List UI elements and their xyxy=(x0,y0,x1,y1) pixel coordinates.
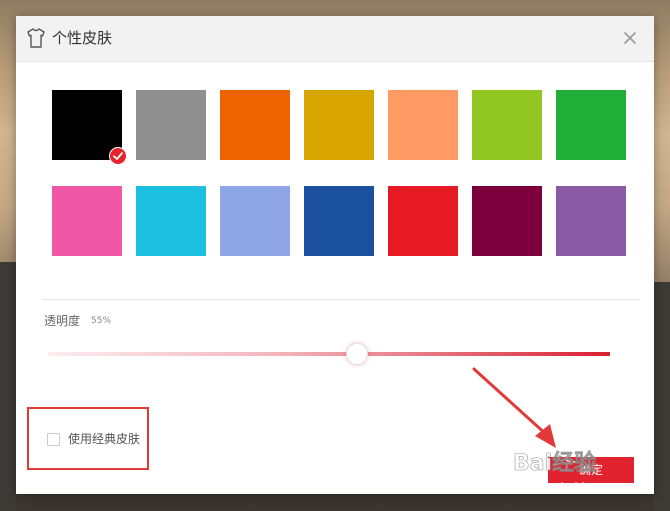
skin-color-swatch[interactable] xyxy=(220,90,290,160)
opacity-slider-track[interactable] xyxy=(48,352,610,356)
selected-check-icon xyxy=(109,147,127,165)
background-building-left xyxy=(0,262,16,511)
skin-color-swatch[interactable] xyxy=(304,90,374,160)
opacity-slider-thumb[interactable] xyxy=(346,343,369,365)
skin-color-swatch[interactable] xyxy=(220,186,290,256)
skin-color-swatch[interactable] xyxy=(388,186,458,256)
skin-color-swatch[interactable] xyxy=(556,90,626,160)
skin-color-swatch[interactable] xyxy=(472,90,542,160)
section-divider xyxy=(42,299,640,300)
skin-color-swatch[interactable] xyxy=(304,186,374,256)
skin-color-swatch[interactable] xyxy=(136,186,206,256)
ok-button[interactable]: 确定 xyxy=(548,457,634,483)
dialog-title: 个性皮肤 xyxy=(52,29,113,47)
close-icon[interactable] xyxy=(620,28,640,48)
opacity-value: 55% xyxy=(91,316,112,326)
skin-color-swatch[interactable] xyxy=(52,186,122,256)
skin-color-swatch[interactable] xyxy=(472,186,542,256)
background-building-right xyxy=(654,282,670,511)
opacity-label: 透明度 xyxy=(44,314,81,328)
annotation-highlight-box xyxy=(27,407,149,470)
tshirt-icon xyxy=(27,28,45,48)
skin-color-swatch[interactable] xyxy=(388,90,458,160)
skin-color-swatch[interactable] xyxy=(556,186,626,256)
dialog-titlebar: 个性皮肤 xyxy=(16,16,654,62)
skin-color-swatch[interactable] xyxy=(52,90,127,165)
skin-color-swatch[interactable] xyxy=(136,90,206,160)
